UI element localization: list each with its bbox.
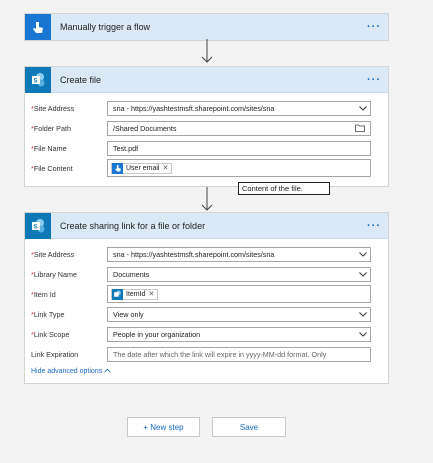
create-file-card: S Create file ··· *Site Address sna - ht… [24, 66, 389, 187]
chevron-down-icon[interactable] [356, 271, 370, 277]
file-name-input[interactable]: Test.pdf [107, 140, 371, 156]
link-type-label: Link Type [33, 309, 65, 319]
remove-token-icon[interactable]: ✕ [162, 164, 168, 172]
site-address-row: *Site Address sna - https://yashtestmsft… [25, 98, 388, 118]
library-name-label: Library Name [33, 269, 77, 279]
file-content-row: *File Content User email ✕ [25, 158, 388, 178]
item-id-token[interactable]: ItemId ✕ [111, 288, 159, 300]
chevron-down-icon[interactable] [356, 331, 370, 337]
svg-text:S: S [34, 224, 38, 230]
chevron-up-icon [104, 368, 112, 373]
file-name-row: *File Name Test.pdf [25, 138, 388, 158]
chevron-down-icon[interactable] [356, 105, 370, 111]
library-name-value: Documents [113, 269, 150, 279]
site-address-label: Site Address [33, 103, 75, 113]
save-button[interactable]: Save [212, 417, 286, 437]
chevron-down-icon[interactable] [356, 251, 370, 257]
folder-path-label: Folder Path [33, 123, 71, 133]
manual-trigger-icon [25, 14, 51, 40]
library-name-dropdown[interactable]: Documents [107, 266, 371, 282]
link-type-dropdown[interactable]: View only [107, 306, 371, 322]
manual-trigger-icon [112, 162, 123, 174]
folder-path-input[interactable]: /Shared Documents [107, 120, 371, 136]
link-scope-value: People in your organization [113, 329, 201, 339]
link-expiration-input[interactable]: The date after which the link will expir… [107, 346, 371, 362]
sharepoint-icon: S [25, 66, 51, 93]
tooltip: Content of the file. [238, 182, 330, 195]
file-content-label: File Content [33, 163, 73, 173]
file-name-label: File Name [33, 143, 67, 153]
item-id-label: Item Id [33, 289, 56, 299]
site-address-row: *Site Address sna - https://yashtestmsft… [25, 244, 388, 264]
sharing-link-card: S Create sharing link for a file or fold… [24, 212, 389, 384]
hide-advanced-options-label: Hide advanced options [31, 368, 103, 375]
sharepoint-icon [112, 288, 123, 300]
link-expiration-label: Link Expiration [31, 349, 79, 359]
trigger-menu-button[interactable]: ··· [367, 21, 381, 33]
svg-text:S: S [34, 78, 38, 84]
user-email-token[interactable]: User email ✕ [111, 162, 173, 174]
site-address-value: sna - https://yashtestmsft.sharepoint.co… [113, 249, 275, 259]
trigger-title: Manually trigger a flow [60, 22, 151, 32]
item-id-token-label: ItemId [126, 290, 146, 298]
link-scope-label: Link Scope [33, 329, 70, 339]
link-scope-row: *Link Scope People in your organization [25, 324, 388, 344]
folder-picker-icon[interactable] [353, 124, 367, 132]
site-address-value: sna - https://yashtestmsft.sharepoint.co… [113, 103, 275, 113]
sharepoint-icon: S [25, 212, 51, 239]
item-id-input[interactable]: ItemId ✕ [107, 285, 371, 303]
link-type-value: View only [113, 309, 144, 319]
link-scope-dropdown[interactable]: People in your organization [107, 326, 371, 342]
connector-arrow-icon [201, 39, 213, 63]
folder-path-value: /Shared Documents [113, 123, 177, 133]
folder-path-row: *Folder Path /Shared Documents [25, 118, 388, 138]
sharing-link-menu-button[interactable]: ··· [367, 220, 381, 232]
sharing-link-title: Create sharing link for a file or folder [60, 220, 206, 231]
trigger-card[interactable]: Manually trigger a flow ··· [24, 13, 389, 41]
site-address-dropdown[interactable]: sna - https://yashtestmsft.sharepoint.co… [107, 100, 371, 116]
link-expiration-placeholder: The date after which the link will expir… [113, 349, 327, 359]
site-address-label: Site Address [33, 249, 75, 259]
link-expiration-row: Link Expiration The date after which the… [25, 344, 388, 364]
file-name-value: Test.pdf [113, 143, 139, 153]
site-address-dropdown[interactable]: sna - https://yashtestmsft.sharepoint.co… [107, 246, 371, 262]
hide-advanced-options-link[interactable]: Hide advanced options [25, 368, 112, 375]
user-email-token-label: User email [126, 164, 160, 172]
remove-token-icon[interactable]: ✕ [148, 290, 154, 298]
create-file-menu-button[interactable]: ··· [367, 74, 381, 86]
connector-arrow-icon [201, 187, 213, 211]
create-file-title: Create file [60, 74, 102, 85]
new-step-button[interactable]: + New step [127, 417, 200, 437]
link-type-row: *Link Type View only [25, 304, 388, 324]
chevron-down-icon[interactable] [356, 311, 370, 317]
item-id-row: *Item Id ItemId ✕ [25, 284, 388, 304]
file-content-input[interactable]: User email ✕ [107, 159, 371, 177]
library-name-row: *Library Name Documents [25, 264, 388, 284]
